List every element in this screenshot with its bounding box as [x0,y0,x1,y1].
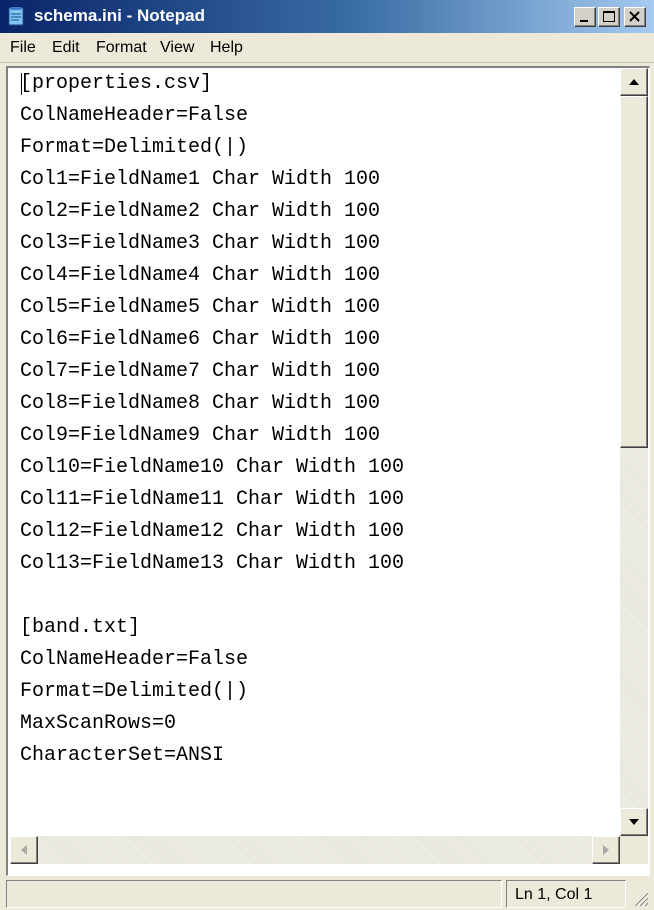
editor-line: Col13=FieldName13 Char Width 100 [20,552,405,575]
minimize-button[interactable] [574,7,596,27]
editor-line: Col7=FieldName7 Char Width 100 [20,360,381,383]
cursor-position: Ln 1, Col 1 [506,880,626,908]
menu-file[interactable]: File [10,39,36,57]
editor-line: Col9=FieldName9 Char Width 100 [20,424,381,447]
title-bar[interactable]: schema.ini - Notepad [0,0,654,33]
close-icon [629,11,640,22]
editor-line: CharacterSet=ANSI [20,744,225,767]
horizontal-scrollbar[interactable] [10,836,620,864]
scroll-right-button[interactable] [592,836,620,864]
editor-line: Col3=FieldName3 Char Width 100 [20,232,381,255]
editor-line: Format=Delimited(|) [20,680,249,703]
arrow-left-icon [21,845,27,855]
editor-line: Col8=FieldName8 Char Width 100 [20,392,381,415]
menu-help[interactable]: Help [210,39,243,57]
resize-grip-icon[interactable] [628,886,650,908]
editor-line: [band.txt] [20,616,141,639]
notepad-icon[interactable] [6,6,26,26]
menu-view[interactable]: View [160,39,194,57]
vertical-scrollbar[interactable] [620,68,648,836]
editor-line: MaxScanRows=0 [20,712,177,735]
text-caret [21,73,22,95]
maximize-icon [603,11,615,22]
editor-line: Col10=FieldName10 Char Width 100 [20,456,405,479]
editor-line: Col12=FieldName12 Char Width 100 [20,520,405,543]
text-editor[interactable]: [properties.csv] ColNameHeader=False For… [10,68,620,836]
editor-line: ColNameHeader=False [20,648,249,671]
scroll-down-button[interactable] [620,808,648,836]
editor-line: Col4=FieldName4 Char Width 100 [20,264,381,287]
status-bar: Ln 1, Col 1 [0,876,654,910]
editor-line: Col1=FieldName1 Char Width 100 [20,168,381,191]
notepad-window: schema.ini - Notepad File Edit Format Vi… [0,0,654,910]
editor-line: ColNameHeader=False [20,104,249,127]
arrow-up-icon [629,79,639,85]
scroll-up-button[interactable] [620,68,648,96]
editor-line: Col11=FieldName11 Char Width 100 [20,488,405,511]
scrollbar-corner [620,836,648,864]
menu-bar: File Edit Format View Help [0,33,654,63]
editor-line: Col6=FieldName6 Char Width 100 [20,328,381,351]
menu-format[interactable]: Format [96,39,147,57]
window-title: schema.ini - Notepad [34,6,205,25]
editor-line: Format=Delimited(|) [20,136,249,159]
arrow-right-icon [603,845,609,855]
minimize-icon [580,20,588,22]
scroll-left-button[interactable] [10,836,38,864]
menu-edit[interactable]: Edit [52,39,80,57]
editor-line: Col5=FieldName5 Char Width 100 [20,296,381,319]
editor-line: Col2=FieldName2 Char Width 100 [20,200,381,223]
editor-line: [properties.csv] [20,72,213,95]
maximize-button[interactable] [598,7,620,27]
vertical-scroll-thumb[interactable] [620,96,648,448]
close-button[interactable] [624,7,646,27]
edit-frame: [properties.csv] ColNameHeader=False For… [6,66,650,876]
arrow-down-icon [629,819,639,825]
status-message-pane [6,880,502,908]
